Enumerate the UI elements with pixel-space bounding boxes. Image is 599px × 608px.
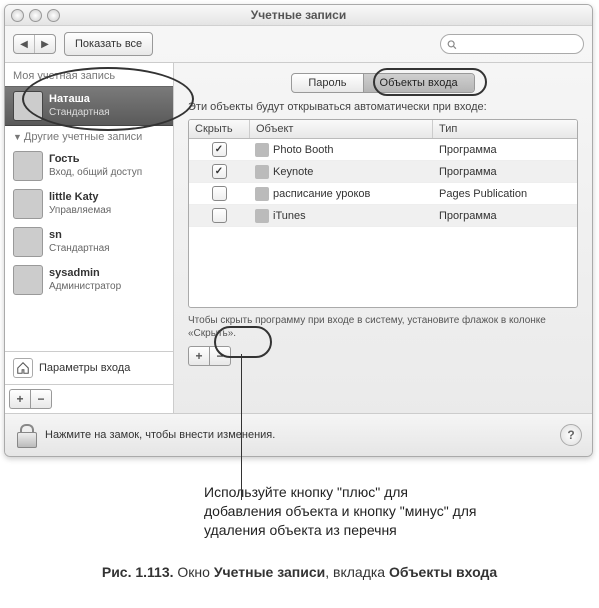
table-row[interactable]: расписание уроков Pages Publication bbox=[189, 183, 577, 205]
col-type[interactable]: Тип bbox=[433, 120, 577, 138]
app-icon bbox=[255, 165, 269, 179]
avatar bbox=[13, 227, 43, 257]
col-object[interactable]: Объект bbox=[250, 120, 433, 138]
forward-button[interactable]: ▶ bbox=[35, 35, 55, 53]
minimize-icon[interactable] bbox=[29, 9, 42, 22]
sidebar-item-guest[interactable]: Гость Вход, общий доступ bbox=[5, 147, 173, 185]
col-hide[interactable]: Скрыть bbox=[189, 120, 250, 138]
item-type: Pages Publication bbox=[439, 188, 527, 200]
item-type: Программа bbox=[439, 144, 497, 156]
table-row[interactable]: Photo Booth Программа bbox=[189, 139, 577, 161]
hide-checkbox[interactable] bbox=[212, 186, 227, 201]
table-header: Скрыть Объект Тип bbox=[189, 120, 577, 139]
account-name: Наташа bbox=[49, 93, 110, 106]
account-name: Гость bbox=[49, 153, 142, 166]
other-accounts-section-label: ▼Другие учетные записи bbox=[5, 126, 173, 147]
help-button[interactable]: ? bbox=[560, 424, 582, 446]
lock-icon[interactable] bbox=[15, 422, 37, 448]
my-account-section-label: Моя учетная запись bbox=[5, 65, 173, 86]
sidebar-add-remove: + − bbox=[5, 384, 173, 413]
item-name: Keynote bbox=[273, 166, 313, 178]
tab-login-items[interactable]: Объекты входа bbox=[364, 74, 474, 92]
back-button[interactable]: ◀ bbox=[14, 35, 35, 53]
avatar bbox=[13, 189, 43, 219]
close-icon[interactable] bbox=[11, 9, 24, 22]
app-icon bbox=[255, 143, 269, 157]
login-items-table: Скрыть Объект Тип Photo Booth Программа … bbox=[188, 119, 578, 308]
login-options-row[interactable]: Параметры входа bbox=[5, 351, 173, 384]
nav-back-forward[interactable]: ◀ ▶ bbox=[13, 34, 56, 54]
add-account-button[interactable]: + bbox=[9, 389, 30, 409]
toolbar: ◀ ▶ Показать все bbox=[5, 26, 592, 63]
item-name: расписание уроков bbox=[273, 188, 370, 200]
zoom-icon[interactable] bbox=[47, 9, 60, 22]
hide-checkbox[interactable] bbox=[212, 164, 227, 179]
hide-checkbox[interactable] bbox=[212, 208, 227, 223]
window-title: Учетные записи bbox=[251, 8, 346, 22]
search-input[interactable] bbox=[461, 37, 577, 51]
account-role: Стандартная bbox=[49, 107, 110, 119]
chevron-down-icon: ▼ bbox=[13, 132, 22, 142]
house-icon bbox=[13, 358, 33, 378]
search-icon bbox=[447, 39, 457, 50]
app-icon bbox=[255, 209, 269, 223]
item-name: Photo Booth bbox=[273, 144, 334, 156]
intro-text: Эти объекты будут открываться автоматиче… bbox=[188, 101, 578, 113]
avatar bbox=[13, 91, 43, 121]
hide-checkbox[interactable] bbox=[212, 142, 227, 157]
lock-bar: Нажмите на замок, чтобы внести изменения… bbox=[5, 413, 592, 456]
table-empty-area bbox=[189, 227, 577, 307]
table-row[interactable]: Keynote Программа bbox=[189, 161, 577, 183]
lock-text: Нажмите на замок, чтобы внести изменения… bbox=[45, 429, 275, 441]
app-icon bbox=[255, 187, 269, 201]
hide-hint: Чтобы скрыть программу при входе в систе… bbox=[188, 314, 578, 340]
account-name: sn bbox=[49, 229, 110, 242]
figure-caption: Рис. 1.113. Окно Учетные записи, вкладка… bbox=[4, 564, 595, 580]
tab-segment: Пароль Объекты входа bbox=[291, 73, 474, 93]
account-role: Управляемая bbox=[49, 205, 111, 217]
sidebar-item-sn[interactable]: sn Стандартная bbox=[5, 223, 173, 261]
account-role: Администратор bbox=[49, 281, 121, 293]
table-row[interactable]: iTunes Программа bbox=[189, 205, 577, 227]
main-panel: Пароль Объекты входа Эти объекты будут о… bbox=[174, 63, 592, 413]
add-item-button[interactable]: + bbox=[188, 346, 209, 366]
login-options-label: Параметры входа bbox=[39, 362, 130, 374]
tab-password[interactable]: Пароль bbox=[292, 74, 363, 92]
traffic-lights bbox=[11, 9, 60, 22]
account-name: little Katy bbox=[49, 191, 111, 204]
avatar bbox=[13, 265, 43, 295]
accounts-prefpane: Учетные записи ◀ ▶ Показать все Моя учет… bbox=[4, 4, 593, 457]
window-titlebar: Учетные записи bbox=[5, 5, 592, 26]
remove-account-button[interactable]: − bbox=[30, 389, 52, 409]
sidebar-item-my-account[interactable]: Наташа Стандартная bbox=[5, 86, 173, 126]
sidebar-item-littlekaty[interactable]: little Katy Управляемая bbox=[5, 185, 173, 223]
item-type: Программа bbox=[439, 210, 497, 222]
show-all-button[interactable]: Показать все bbox=[64, 32, 153, 56]
account-role: Стандартная bbox=[49, 243, 110, 255]
show-all-label: Показать все bbox=[75, 38, 142, 50]
avatar bbox=[13, 151, 43, 181]
item-name: iTunes bbox=[273, 210, 306, 222]
items-add-remove: + − bbox=[188, 340, 578, 372]
sidebar-item-sysadmin[interactable]: sysadmin Администратор bbox=[5, 261, 173, 299]
remove-item-button[interactable]: − bbox=[209, 346, 231, 366]
search-field[interactable] bbox=[440, 34, 584, 54]
account-name: sysadmin bbox=[49, 267, 121, 280]
accounts-sidebar: Моя учетная запись Наташа Стандартная ▼Д… bbox=[5, 63, 174, 413]
annotation-text: Используйте кнопку "плюс" для добавления… bbox=[204, 483, 484, 540]
item-type: Программа bbox=[439, 166, 497, 178]
account-role: Вход, общий доступ bbox=[49, 167, 142, 179]
